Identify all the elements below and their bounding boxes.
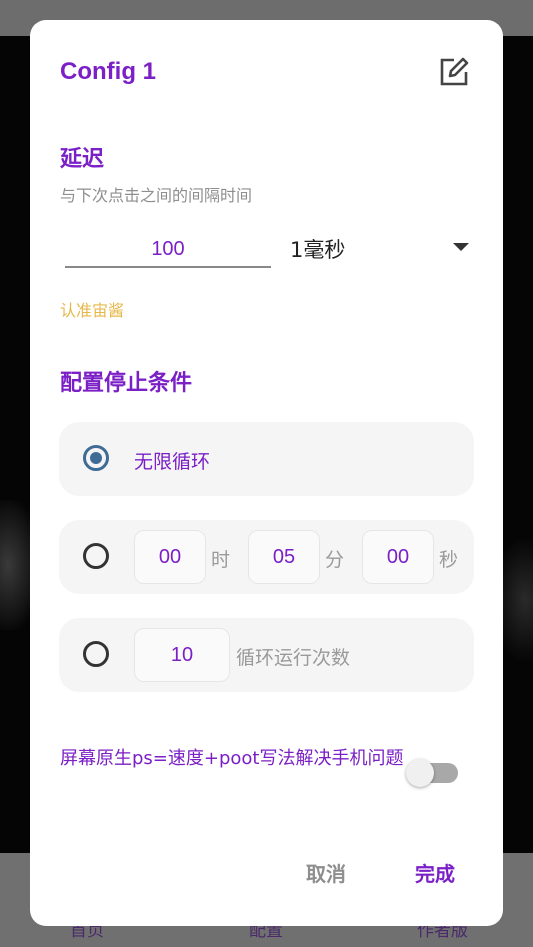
radio-count[interactable] <box>83 641 109 667</box>
delay-subtitle: 与下次点击之间的间隔时间 <box>60 186 253 205</box>
option-infinite-loop[interactable]: 无限循环 <box>59 422 474 496</box>
minutes-unit: 分 <box>325 549 345 571</box>
hours-input[interactable] <box>134 530 206 584</box>
loop-count-label: 循环运行次数 <box>236 647 351 669</box>
infinite-loop-label: 无限循环 <box>134 451 211 473</box>
delay-unit-dropdown[interactable]: 1毫秒 <box>288 230 474 266</box>
radio-infinite[interactable] <box>83 445 109 471</box>
edit-icon[interactable] <box>438 56 470 88</box>
dropdown-arrow-icon <box>453 243 469 251</box>
minutes-input[interactable] <box>248 530 320 584</box>
stop-condition-title: 配置停止条件 <box>60 371 193 396</box>
toggle-label: 屏幕原生ps=速度+poot写法解决手机问题 <box>60 748 404 769</box>
config-dialog: Config 1 延迟 与下次点击之间的间隔时间 1毫秒 认准宙酱 配置停止条件… <box>30 20 503 926</box>
option-time-limit[interactable]: 时 分 秒 <box>59 520 474 594</box>
radio-time[interactable] <box>83 543 109 569</box>
hours-unit: 时 <box>211 549 231 571</box>
delay-input[interactable] <box>65 232 271 268</box>
cancel-button[interactable]: 取消 <box>298 854 354 891</box>
delay-section-title: 延迟 <box>60 147 105 172</box>
delay-note: 认准宙酱 <box>60 301 125 320</box>
option-loop-count[interactable]: 循环运行次数 <box>59 618 474 692</box>
done-button[interactable]: 完成 <box>407 854 463 891</box>
loop-count-input[interactable] <box>134 628 230 682</box>
toggle-thumb <box>406 759 434 787</box>
dialog-title: Config 1 <box>60 58 156 85</box>
native-ps-toggle[interactable] <box>406 759 460 787</box>
delay-unit-value: 1毫秒 <box>290 238 346 262</box>
seconds-unit: 秒 <box>439 549 459 571</box>
seconds-input[interactable] <box>362 530 434 584</box>
